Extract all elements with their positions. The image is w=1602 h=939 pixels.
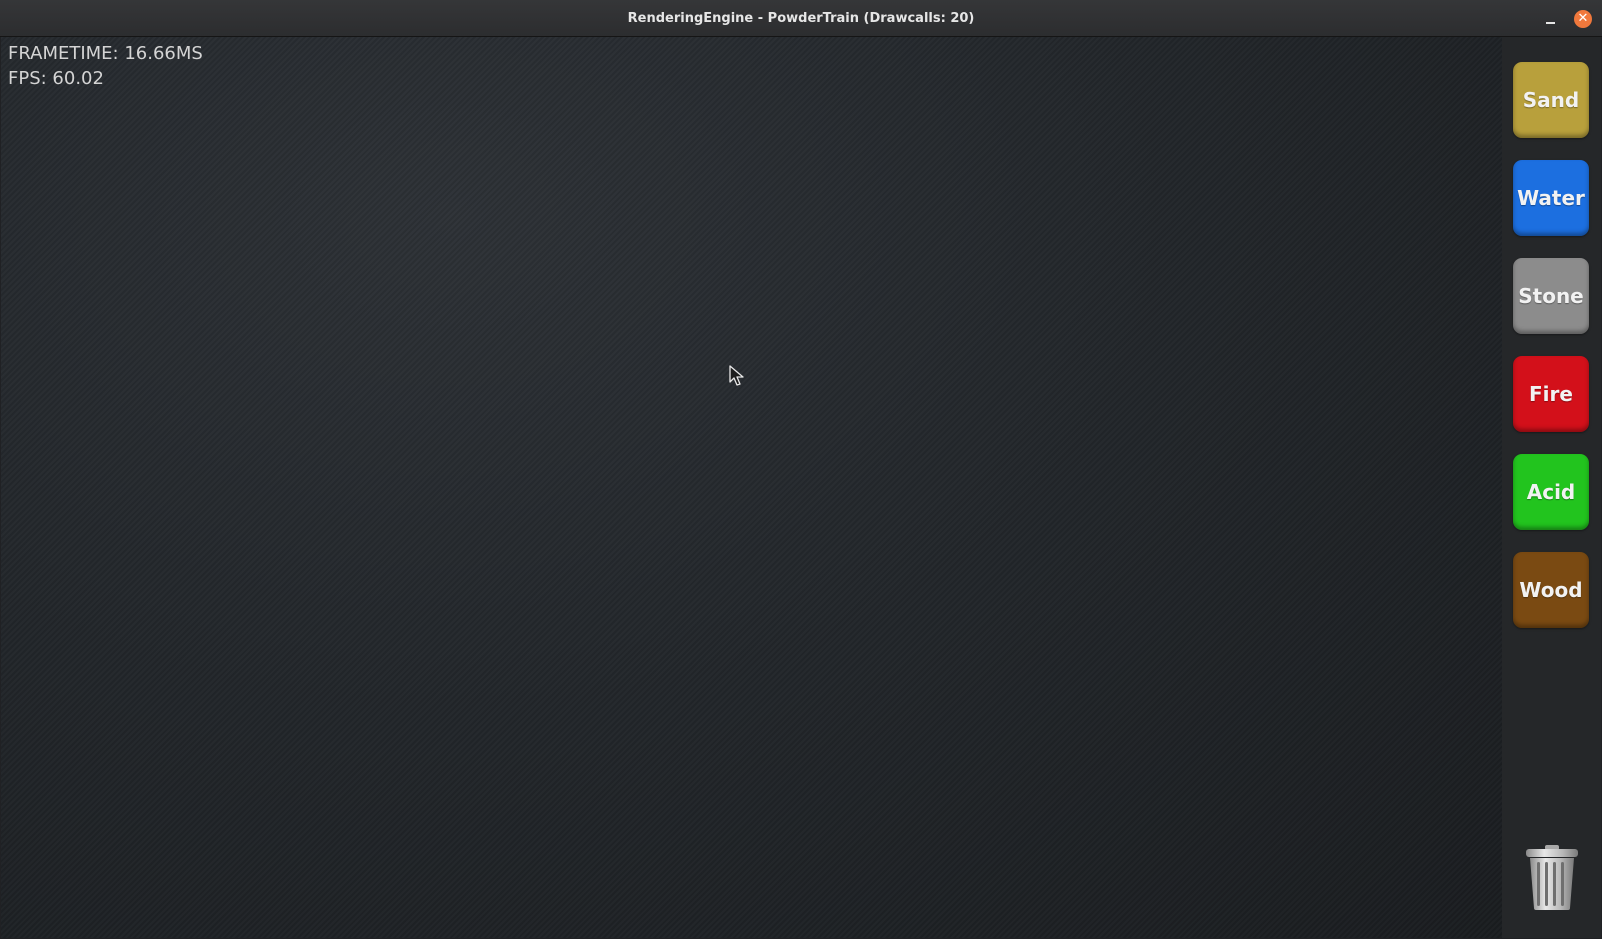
material-button-label: Water xyxy=(1517,186,1585,210)
material-button-label: Fire xyxy=(1529,382,1573,406)
material-button-sand[interactable]: Sand xyxy=(1513,62,1589,138)
minimize-icon[interactable] xyxy=(1541,8,1561,28)
close-icon[interactable]: ✕ xyxy=(1574,10,1592,28)
material-button-label: Acid xyxy=(1526,480,1576,504)
material-button-fire[interactable]: Fire xyxy=(1513,356,1589,432)
pointer-cursor-icon xyxy=(729,365,745,387)
material-button-stone[interactable]: Stone xyxy=(1513,258,1589,334)
material-button-water[interactable]: Water xyxy=(1513,160,1589,236)
material-button-label: Stone xyxy=(1518,284,1584,308)
material-button-wood[interactable]: Wood xyxy=(1513,552,1589,628)
performance-stats: FRAMETIME: 16.66MS FPS: 60.02 xyxy=(8,41,203,91)
title-bar: RenderingEngine - PowderTrain (Drawcalls… xyxy=(0,0,1602,37)
simulation-canvas[interactable] xyxy=(1,37,1502,938)
trash-icon[interactable] xyxy=(1523,843,1581,911)
fps-readout: FPS: 60.02 xyxy=(8,68,104,89)
material-button-acid[interactable]: Acid xyxy=(1513,454,1589,530)
material-button-label: Wood xyxy=(1519,578,1583,602)
window-title: RenderingEngine - PowderTrain (Drawcalls… xyxy=(627,11,975,26)
frametime-readout: FRAMETIME: 16.66MS xyxy=(8,43,203,64)
app-window: RenderingEngine - PowderTrain (Drawcalls… xyxy=(0,0,1602,939)
material-button-label: Sand xyxy=(1522,88,1580,112)
